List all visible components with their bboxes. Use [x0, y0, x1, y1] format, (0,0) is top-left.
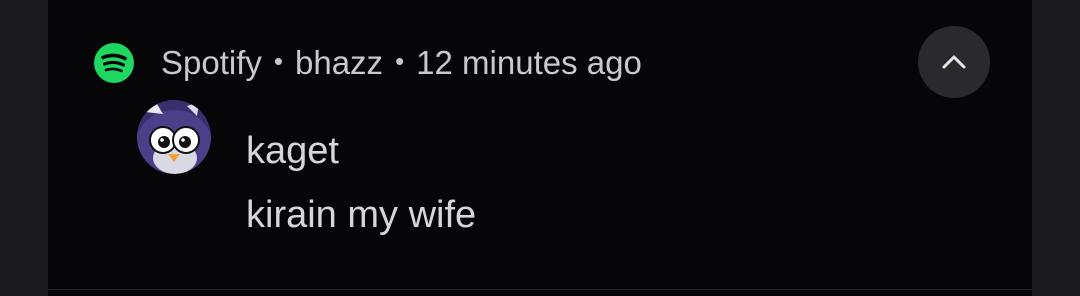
notification-card[interactable]: Spotify • bhazz • 12 minutes ago kaget k…	[48, 0, 1032, 296]
message-text: kirain my wife	[246, 194, 477, 236]
penguin-avatar-icon	[137, 100, 211, 174]
timestamp: 12 minutes ago	[416, 44, 642, 81]
app-name: Spotify	[161, 44, 262, 81]
conversation-name: bhazz	[295, 44, 384, 81]
avatar	[137, 100, 211, 174]
divider	[48, 289, 1032, 290]
spotify-icon	[94, 43, 134, 83]
message-sender: kaget	[246, 130, 339, 172]
separator-dot: •	[395, 45, 405, 76]
collapse-button[interactable]	[918, 26, 990, 98]
chevron-up-icon	[942, 55, 966, 69]
notification-header: Spotify • bhazz • 12 minutes ago	[94, 40, 642, 86]
separator-dot: •	[273, 45, 283, 76]
